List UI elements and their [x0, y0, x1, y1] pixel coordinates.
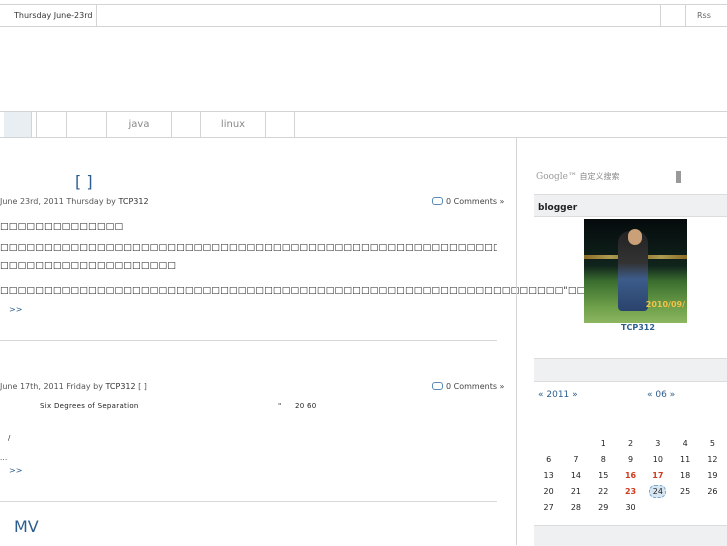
- post-date: June 17th, 2011 Friday by: [0, 382, 106, 391]
- post-divider: [0, 340, 497, 341]
- widget-title: blogger: [538, 203, 578, 213]
- calendar-day[interactable]: 16: [617, 468, 644, 484]
- current-date: Thursday June-23rd: [0, 5, 97, 26]
- calendar-day: 15: [598, 470, 609, 480]
- calendar-day: 2: [627, 439, 634, 449]
- calendar-day: 3: [655, 439, 661, 449]
- blogger-name-link[interactable]: TCP312: [621, 323, 655, 332]
- nav-item-1[interactable]: [4, 112, 32, 137]
- calendar-day: 6: [546, 455, 552, 465]
- calendar-day: 26: [707, 486, 718, 496]
- calendar-day: 7: [573, 455, 579, 465]
- post-snippet-slash: /: [8, 434, 11, 442]
- calendar-day[interactable]: 24: [644, 483, 671, 499]
- calendar-week: 13 14 15 16 17 18 19: [535, 468, 726, 484]
- nav-item-3[interactable]: [37, 112, 67, 137]
- read-more-link-1[interactable]: >>: [9, 305, 22, 314]
- post-date: June 23rd, 2011 Thursday by: [0, 197, 119, 206]
- custom-search[interactable]: Google™ 自定义搜索: [536, 171, 620, 182]
- post-title-1[interactable]: [ ]: [75, 172, 93, 191]
- calendar-day: 8: [600, 455, 606, 465]
- post-snippet-number: 20 60: [295, 402, 317, 410]
- post-meta-1: June 23rd, 2011 Thursday by TCP312: [0, 197, 149, 206]
- blogger-avatar[interactable]: 2010/09/: [584, 219, 687, 323]
- nav-item-java[interactable]: java: [107, 112, 172, 137]
- calendar-day: 25: [680, 486, 691, 496]
- comments-count: 0 Comments »: [446, 382, 505, 391]
- calendar-year-nav[interactable]: « 2011 »: [538, 390, 578, 400]
- avatar-date-stamp: 2010/09/: [645, 300, 685, 309]
- calendar-today-marker[interactable]: 24: [649, 484, 667, 498]
- post-meta-2: June 17th, 2011 Friday by TCP312 [ ]: [0, 382, 147, 391]
- sidebar-divider: [516, 138, 517, 545]
- calendar-day: 29: [598, 502, 609, 512]
- calendar-week: 20 21 22 23 24 25 26: [535, 483, 726, 499]
- post-author-link[interactable]: TCP312: [105, 382, 135, 391]
- calendar-day: 12: [707, 455, 718, 465]
- calendar-day: 22: [598, 486, 609, 496]
- post-author-link[interactable]: TCP312: [118, 197, 148, 206]
- calendar-day: [644, 499, 671, 515]
- nav-item-linux[interactable]: linux: [201, 112, 266, 137]
- blogger-widget-header: blogger: [534, 194, 727, 217]
- post-divider: [0, 501, 497, 502]
- search-label: 自定义搜索: [579, 172, 620, 181]
- nav-item-4[interactable]: [67, 112, 107, 137]
- post-snippet-text: Six Degrees of Separation: [40, 402, 139, 410]
- calendar-week: 27 28 29 30: [535, 499, 726, 515]
- calendar-day: 18: [680, 470, 691, 480]
- calendar-day: [699, 499, 726, 515]
- google-logo: Google™: [536, 172, 577, 182]
- post-line-4: □□□□□□□□□□□□□□□□□□□□□□□□□□□□□□□□□□□□□□□□…: [0, 286, 604, 296]
- calendar-day: 20: [543, 486, 554, 496]
- calendar-day[interactable]: 23: [617, 483, 644, 499]
- calendar-day: [535, 436, 562, 452]
- read-more-link-2[interactable]: >>: [9, 466, 22, 475]
- calendar-day[interactable]: 17: [644, 468, 671, 484]
- calendar-grid: 1 2 3 4 5 6 7 8 9 10 11 12 13 14 15 16 17 18 19 20 21 22 23 24 2…: [535, 436, 726, 515]
- calendar-day: 21: [570, 486, 582, 496]
- post-line-3: □□□□□□□□□□□□□□□□□□□□: [0, 261, 177, 271]
- comments-count: 0 Comments »: [446, 197, 505, 206]
- search-button[interactable]: [676, 171, 681, 183]
- calendar-day: 11: [680, 455, 691, 465]
- nav-item-8[interactable]: [266, 112, 295, 137]
- rss-link[interactable]: Rss: [697, 5, 711, 26]
- calendar-day: 9: [627, 455, 634, 465]
- calendar-week: 6 7 8 9 10 11 12: [535, 452, 726, 468]
- calendar-widget-header: [534, 358, 727, 382]
- calendar-day: 5: [709, 439, 715, 449]
- post-line-2: □□□□□□□□□□□□□□□□□□□□□□□□□□□□□□□□□□□□□□□□…: [0, 243, 497, 253]
- calendar-day: 10: [652, 455, 663, 465]
- nav-item-6[interactable]: [172, 112, 201, 137]
- calendar-day: 14: [570, 470, 582, 480]
- avatar-head: [628, 229, 642, 245]
- calendar-day: 19: [707, 470, 718, 480]
- calendar-week: 1 2 3 4 5: [535, 436, 726, 452]
- top-bar-box: [660, 5, 686, 26]
- next-widget-header: [534, 525, 727, 546]
- post-snippet-quote: ": [278, 402, 282, 410]
- calendar-day: 1: [600, 439, 606, 449]
- comments-link-2[interactable]: 0 Comments »: [432, 382, 504, 391]
- post-snippet-ellipsis: ...: [0, 454, 8, 462]
- calendar-day: [671, 499, 698, 515]
- calendar-day: 4: [682, 439, 688, 449]
- comment-bubble-icon: [432, 382, 443, 390]
- calendar-day: 30: [625, 502, 636, 512]
- calendar-day: [562, 436, 589, 452]
- calendar-day: 27: [543, 502, 554, 512]
- main-nav: java linux: [0, 111, 727, 138]
- comment-bubble-icon: [432, 197, 443, 205]
- top-bar: Thursday June-23rd Rss: [0, 4, 727, 27]
- calendar-day: 28: [570, 502, 582, 512]
- calendar-month-nav[interactable]: « 06 »: [647, 390, 675, 400]
- post-tag: [ ]: [135, 382, 147, 391]
- post-title-3[interactable]: MV: [14, 517, 39, 536]
- post-line-1: □□□□□□□□□□□□□□: [0, 222, 124, 232]
- comments-link-1[interactable]: 0 Comments »: [432, 197, 504, 206]
- calendar-day: 13: [543, 470, 554, 480]
